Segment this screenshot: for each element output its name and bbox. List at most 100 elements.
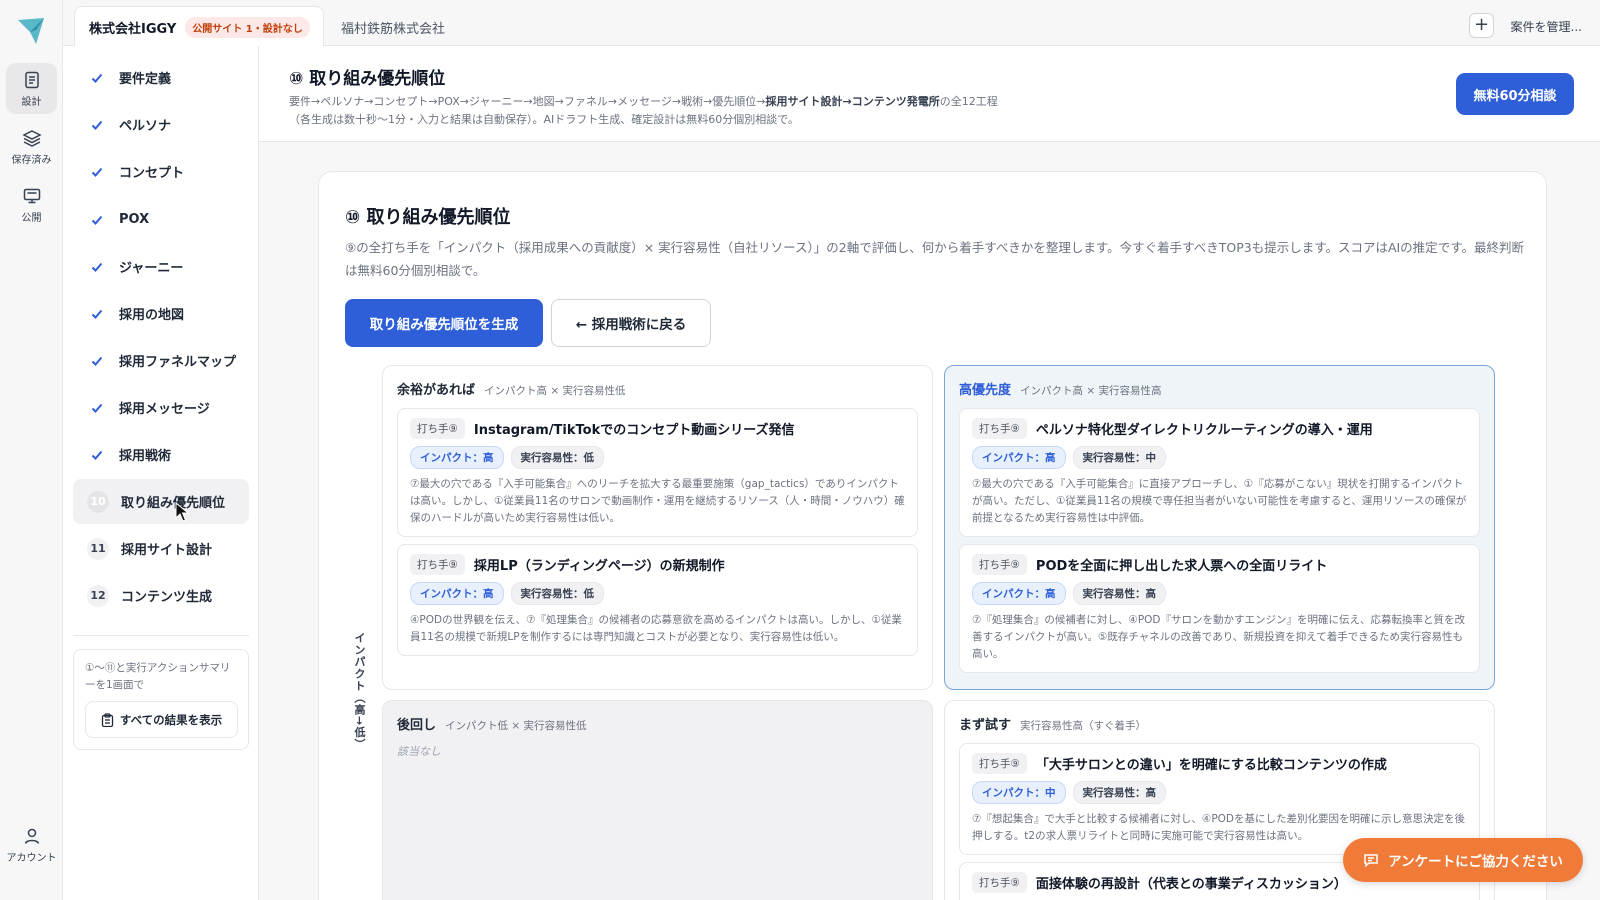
step-message[interactable]: 採用メッセージ bbox=[73, 385, 249, 430]
step-label: 採用戦術 bbox=[119, 449, 172, 464]
tab-project-fukumura[interactable]: 福村鉄筋株式会社 bbox=[341, 18, 445, 37]
add-project-button[interactable]: + bbox=[1469, 13, 1494, 38]
layers-icon bbox=[21, 129, 42, 147]
step-label: コンセプト bbox=[119, 166, 185, 181]
step-label: コンテンツ生成 bbox=[121, 590, 213, 605]
step-site-design[interactable]: 11 採用サイト設計 bbox=[73, 526, 249, 571]
impact-chip: インパクト：高 bbox=[410, 446, 504, 469]
step-priority[interactable]: 10 取り組み優先順位 bbox=[73, 479, 249, 524]
tactic-title: Instagram/TikTokでのコンセプト動画シリーズ発信 bbox=[473, 423, 795, 438]
app-logo-icon bbox=[18, 18, 44, 44]
tactic-rationale: ⑦『処理集合』の候補者に対し、④POD『サロンを動かすエンジン』を明確に伝え、応… bbox=[972, 614, 1466, 660]
tactic-rationale: ⑦最大の穴である『入手可能集合』へのリーチを拡大する最重要施策（gap_tact… bbox=[410, 478, 905, 524]
check-icon bbox=[87, 68, 107, 88]
rail-account[interactable]: アカウント bbox=[6, 819, 57, 870]
step-funnel[interactable]: 採用ファネルマップ bbox=[73, 338, 249, 383]
step-sidebar: 要件定義 ペルソナ コンセプト POX ジャーニー 採用の地図 採用ファネルマッ… bbox=[63, 46, 259, 900]
ease-chip: 実行容易性：低 bbox=[510, 582, 604, 605]
ease-chip: 実行容易性：高 bbox=[1072, 781, 1166, 804]
empty-state: 該当なし bbox=[397, 745, 441, 758]
step-label: ジャーニー bbox=[119, 261, 184, 276]
document-icon bbox=[24, 71, 39, 88]
step-map[interactable]: 採用の地図 bbox=[73, 291, 249, 336]
tactic-title: 採用LP（ランディングページ）の新規制作 bbox=[473, 559, 725, 574]
tactic-tag: 打ち手⑨ bbox=[972, 418, 1027, 439]
manage-projects-link[interactable]: 案件を管理... bbox=[1511, 18, 1582, 35]
summary-box: ①〜⑪と実行アクションサマリーを1画面で すべての結果を表示 bbox=[73, 649, 249, 750]
step-pox[interactable]: POX bbox=[73, 197, 249, 242]
step-concept[interactable]: コンセプト bbox=[73, 149, 249, 194]
monitor-icon bbox=[23, 188, 40, 203]
step-journey[interactable]: ジャーニー bbox=[73, 244, 249, 289]
quadrant-title: 余裕があれば bbox=[397, 383, 476, 398]
generate-priority-button[interactable]: 取り組み優先順位を生成 bbox=[345, 299, 543, 347]
check-icon bbox=[87, 398, 107, 418]
rail-design[interactable]: 設計 bbox=[6, 63, 57, 114]
step-label: 要件定義 bbox=[119, 72, 172, 87]
workflow-note: （各生成は数十秒〜1分・入力と結果は自動保存）。AIドラフト生成、確定設計は無料… bbox=[289, 113, 799, 126]
quadrant-subtitle: インパクト高 × 実行容易性低 bbox=[484, 385, 626, 397]
step-label: ペルソナ bbox=[119, 119, 172, 134]
tactic-rationale: ⑦最大の穴である『入手可能集合』に直接アプローチし、①『応募がこない』現状を打開… bbox=[972, 478, 1467, 524]
rail-saved-label: 保存済み bbox=[11, 154, 52, 166]
check-icon bbox=[87, 115, 107, 135]
project-status-badge: 公開サイト 1・設計なし bbox=[185, 16, 310, 38]
tactic-item[interactable]: 打ち手⑨ 採用LP（ランディングページ）の新規制作 インパクト：高 実行容易性：… bbox=[397, 544, 918, 656]
check-icon bbox=[87, 210, 107, 230]
priority-card: ⑩ 取り組み優先順位 ⑨の全打ち手を「インパクト（採用成果への貢献度）× 実行容… bbox=[318, 171, 1547, 900]
show-all-results-button[interactable]: すべての結果を表示 bbox=[85, 701, 238, 738]
tactic-title: 面接体験の再設計（代表との事業ディスカッション） bbox=[1035, 877, 1347, 892]
tactic-item[interactable]: 打ち手⑨ PODを全面に押し出した求人票への全面リライト インパクト：高 実行容… bbox=[959, 544, 1480, 673]
app-rail: 設計 保存済み 公開 アカウント bbox=[0, 0, 63, 900]
ease-chip: 実行容易性：低 bbox=[510, 446, 604, 469]
check-icon bbox=[87, 162, 107, 182]
tactic-tag: 打ち手⑨ bbox=[410, 418, 465, 439]
card-title: ⑩ 取り組み優先順位 bbox=[345, 207, 511, 228]
step-label: 採用ファネルマップ bbox=[119, 355, 237, 370]
back-to-tactics-button[interactable]: ← 採用戦術に戻る bbox=[551, 299, 711, 347]
tactic-tag: 打ち手⑨ bbox=[972, 872, 1027, 893]
ease-chip: 実行容易性：高 bbox=[1072, 582, 1166, 605]
tactic-item[interactable]: 打ち手⑨ Instagram/TikTokでのコンセプト動画シリーズ発信 インパ… bbox=[397, 408, 918, 537]
workflow-total: の全12工程 bbox=[939, 95, 998, 108]
tactic-rationale: ④PODの世界観を伝え、⑦『処理集合』の候補者の応募意欲を高めるインパクトは高い… bbox=[410, 614, 902, 643]
mouse-cursor-icon bbox=[175, 502, 189, 522]
impact-chip: インパクト：高 bbox=[972, 446, 1066, 469]
main-content: ⑩ 取り組み優先順位 ⑨の全打ち手を「インパクト（採用成果への貢献度）× 実行容… bbox=[259, 142, 1600, 900]
step-label: 取り組み優先順位 bbox=[121, 496, 226, 511]
check-icon bbox=[87, 257, 107, 277]
impact-chip: インパクト：高 bbox=[972, 582, 1066, 605]
rail-publish-label: 公開 bbox=[21, 212, 42, 224]
step-persona[interactable]: ペルソナ bbox=[73, 102, 249, 147]
step-content[interactable]: 12 コンテンツ生成 bbox=[73, 573, 249, 618]
step-number: 12 bbox=[87, 584, 109, 607]
workflow-steps-bold: 採用サイト設計→コンテンツ発電所 bbox=[765, 95, 940, 108]
step-label: 採用メッセージ bbox=[119, 402, 210, 417]
workflow-description: 要件→ペルソナ→コンセプト→POX→ジャーニー→地図→ファネル→メッセージ→戦術… bbox=[289, 94, 998, 110]
tactic-title: ペルソナ特化型ダイレクトリクルーティングの導入・運用 bbox=[1035, 423, 1373, 438]
tactic-tag: 打ち手⑨ bbox=[972, 753, 1027, 774]
impact-axis-label: インパクト（高→低） bbox=[353, 632, 366, 751]
step-tactics[interactable]: 採用戦術 bbox=[73, 432, 249, 477]
rail-saved[interactable]: 保存済み bbox=[6, 121, 57, 172]
free-consultation-button[interactable]: 無料60分相談 bbox=[1456, 73, 1574, 115]
impact-chip: インパクト：高 bbox=[410, 582, 504, 605]
clipboard-icon bbox=[101, 712, 114, 727]
step-requirements[interactable]: 要件定義 bbox=[73, 55, 249, 100]
check-icon bbox=[87, 445, 107, 465]
tab-project-name: 株式会社IGGY bbox=[89, 21, 177, 37]
step-label: 採用サイト設計 bbox=[121, 543, 213, 558]
step-label: POX bbox=[119, 212, 150, 227]
tactic-tag: 打ち手⑨ bbox=[410, 554, 465, 575]
show-all-results-label: すべての結果を表示 bbox=[119, 712, 223, 727]
quadrant-title: 後回し bbox=[397, 718, 437, 733]
quadrant-title: まず試す bbox=[959, 718, 1012, 733]
rail-publish[interactable]: 公開 bbox=[6, 179, 57, 230]
survey-button[interactable]: アンケートにご協力ください bbox=[1343, 838, 1583, 882]
tab-project-iggy[interactable]: 株式会社IGGY 公開サイト 1・設計なし bbox=[74, 6, 324, 47]
rail-design-label: 設計 bbox=[21, 96, 42, 108]
tactic-item[interactable]: 打ち手⑨ ペルソナ特化型ダイレクトリクルーティングの導入・運用 インパクト：高 … bbox=[959, 408, 1480, 537]
quadrant-postpone: 後回し インパクト低 × 実行容易性低 該当なし bbox=[382, 700, 933, 900]
chat-icon bbox=[1364, 854, 1378, 868]
step-number: 10 bbox=[87, 490, 109, 513]
